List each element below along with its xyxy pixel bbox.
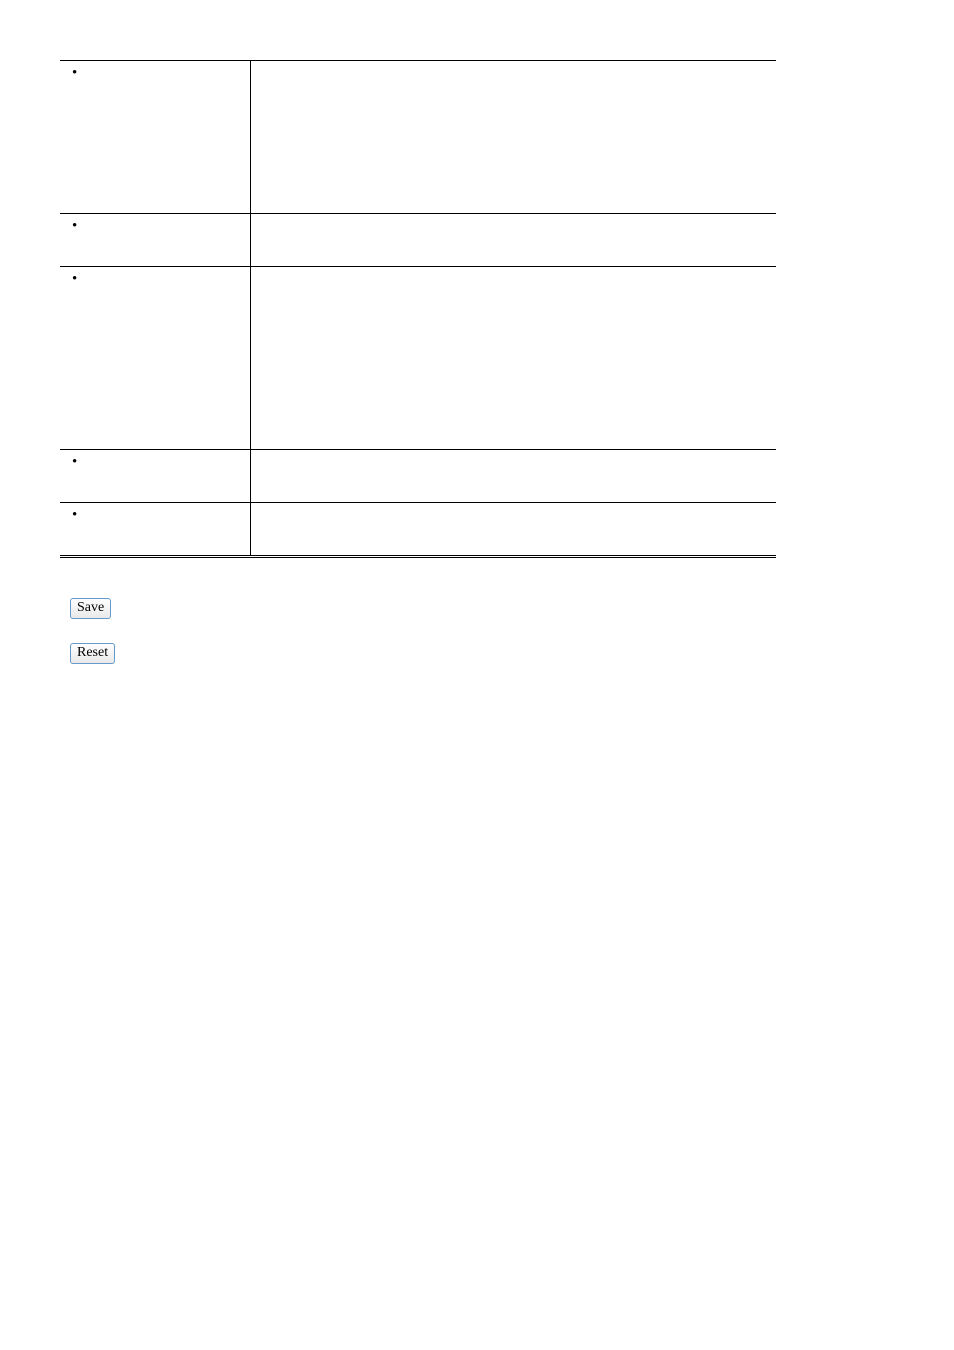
- save-button[interactable]: Save: [70, 598, 111, 619]
- table-row: [60, 214, 776, 267]
- reset-button[interactable]: Reset: [70, 643, 115, 664]
- table-row: [60, 267, 776, 450]
- parameters-table: [60, 60, 776, 558]
- save-line: Save: [70, 598, 864, 619]
- parameter-description: [250, 503, 776, 557]
- parameter-description: [250, 61, 776, 214]
- parameter-name: [60, 267, 250, 450]
- table-row: [60, 450, 776, 503]
- parameter-description: [250, 267, 776, 450]
- parameter-description: [250, 450, 776, 503]
- table-row: [60, 503, 776, 557]
- page-container: Save Reset: [0, 0, 954, 1350]
- parameter-name: [60, 214, 250, 267]
- parameter-description: [250, 214, 776, 267]
- parameter-name: [60, 450, 250, 503]
- parameter-name: [60, 503, 250, 557]
- table-row: [60, 61, 776, 214]
- parameter-name: [60, 61, 250, 214]
- reset-line: Reset: [70, 643, 864, 664]
- buttons-section: Save Reset: [70, 598, 864, 664]
